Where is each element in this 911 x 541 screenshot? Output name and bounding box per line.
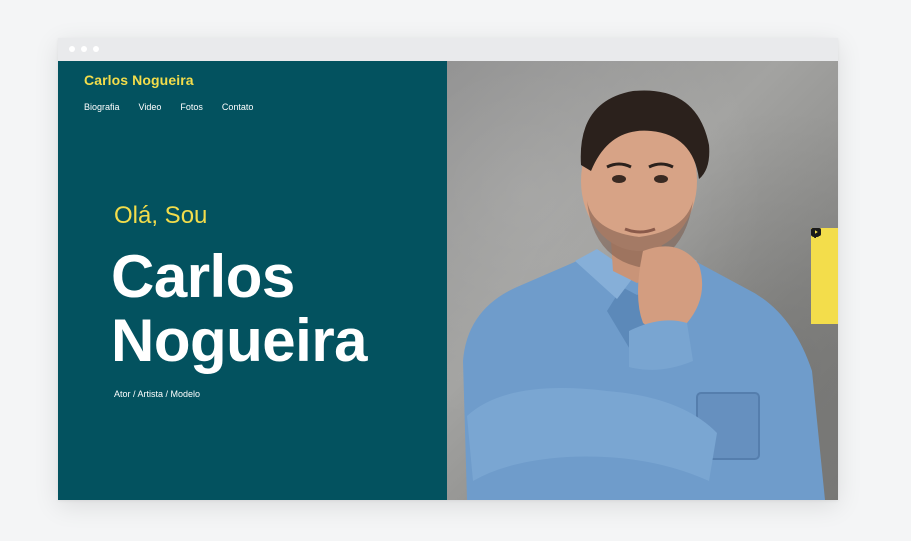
window-dot-icon xyxy=(93,46,99,52)
twitter-icon[interactable] xyxy=(811,228,831,272)
window-dot-icon xyxy=(81,46,87,52)
hero-greeting: Olá, Sou xyxy=(114,202,208,229)
window-dot-icon xyxy=(69,46,75,52)
instagram-icon[interactable] xyxy=(811,228,831,292)
hero-name-first: Carlos xyxy=(111,243,295,310)
website-page: Carlos Nogueira Biografia Video Fotos Co… xyxy=(58,61,838,500)
hero-name: Carlos Nogueira xyxy=(111,245,441,373)
portrait-photo xyxy=(447,61,838,500)
nav-item-video[interactable]: Video xyxy=(139,102,162,112)
facebook-icon[interactable] xyxy=(812,228,831,252)
browser-title-bar xyxy=(58,38,838,61)
hero-name-last: Nogueira xyxy=(111,307,368,374)
site-brand[interactable]: Carlos Nogueira xyxy=(84,72,194,88)
hero-roles: Ator / Artista / Modelo xyxy=(114,389,201,399)
main-nav: Biografia Video Fotos Contato xyxy=(84,102,272,112)
nav-item-fotos[interactable]: Fotos xyxy=(180,102,203,112)
youtube-icon[interactable] xyxy=(811,228,831,312)
browser-window: Carlos Nogueira Biografia Video Fotos Co… xyxy=(58,38,838,500)
social-links-bar xyxy=(811,228,838,324)
hero-panel: Carlos Nogueira Biografia Video Fotos Co… xyxy=(58,61,447,500)
nav-item-contato[interactable]: Contato xyxy=(222,102,254,112)
nav-item-biografia[interactable]: Biografia xyxy=(84,102,120,112)
portrait-illustration xyxy=(463,90,825,500)
